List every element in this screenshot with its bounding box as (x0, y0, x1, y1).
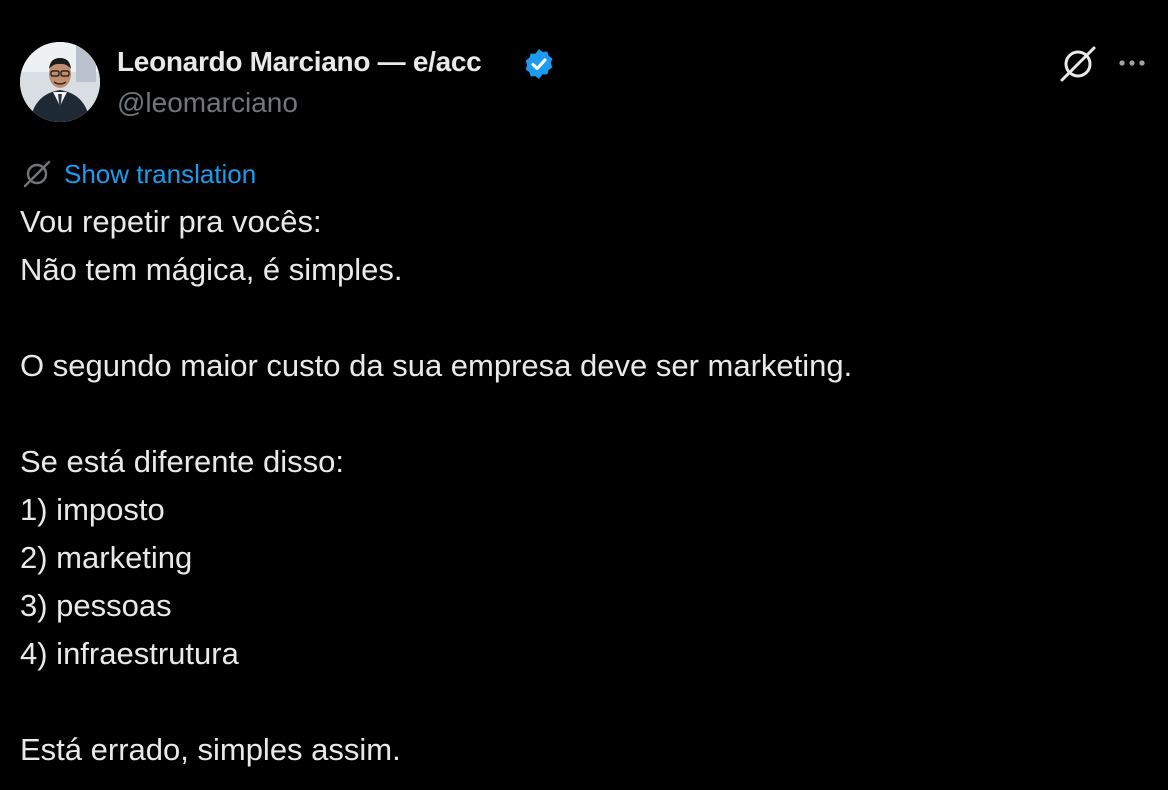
show-translation-link[interactable]: Show translation (64, 159, 256, 190)
tweet-line: 1) imposto (20, 492, 165, 527)
author-handle[interactable]: @leomarciano (117, 86, 298, 120)
tweet-line: 2) marketing (20, 540, 193, 575)
tweet-line (20, 294, 1140, 342)
translation-row: Show translation (20, 156, 256, 192)
tweet-line: Se está diferente disso: (20, 444, 344, 479)
tweet-text: Vou repetir pra vocês: Não tem mágica, é… (20, 198, 1140, 774)
grok-icon[interactable] (1056, 42, 1100, 86)
more-horizontal-icon[interactable] (1112, 46, 1152, 80)
avatar-image (20, 42, 100, 122)
tweet-line: Vou repetir pra vocês: (20, 204, 322, 239)
tweet-line (20, 390, 1140, 438)
tweet-line (20, 678, 1140, 726)
verified-badge-icon (525, 49, 553, 79)
tweet-card: Leonardo Marciano — e/acc @leomarciano S… (0, 0, 1168, 790)
tweet-line: Está errado, simples assim. (20, 732, 401, 767)
avatar[interactable] (20, 42, 100, 122)
tweet-line: O segundo maior custo da sua empresa dev… (20, 348, 853, 383)
grok-translate-icon (23, 160, 51, 188)
tweet-line: Não tem mágica, é simples. (20, 252, 403, 287)
author-name[interactable]: Leonardo Marciano — e/acc (117, 44, 482, 80)
tweet-line: 4) infraestrutura (20, 636, 239, 671)
tweet-line: 3) pessoas (20, 588, 172, 623)
